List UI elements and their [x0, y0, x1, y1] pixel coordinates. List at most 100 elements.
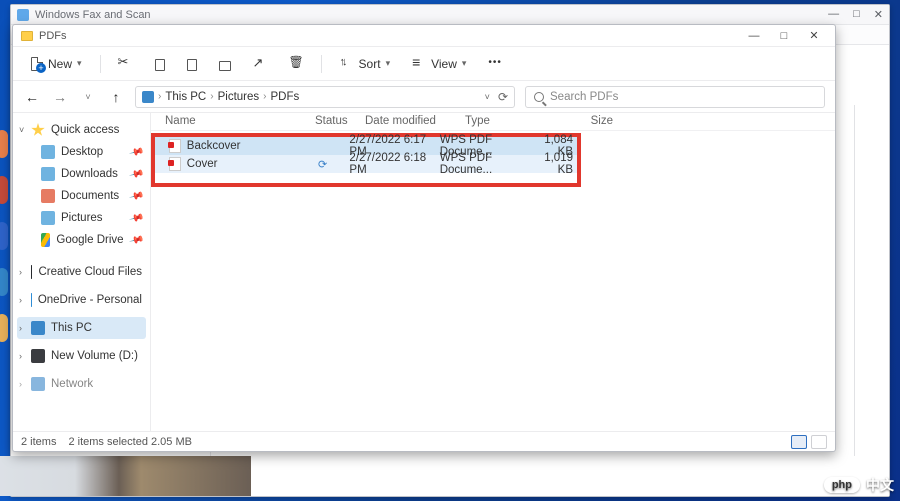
column-headers[interactable]: Name Status Date modified Type Size: [151, 113, 835, 131]
bg-title: Windows Fax and Scan: [35, 9, 151, 21]
col-type[interactable]: Type: [461, 113, 561, 130]
sidebar-item-newvolume[interactable]: › New Volume (D:): [17, 345, 146, 367]
details-view-button[interactable]: [791, 435, 807, 449]
rename-button[interactable]: [211, 55, 239, 73]
sidebar-item-desktop[interactable]: Desktop 📌: [17, 141, 146, 163]
sidebar-item-thispc[interactable]: › This PC: [17, 317, 146, 339]
bg-close-button[interactable]: ✕: [874, 8, 883, 21]
status-item-count: 2 items: [21, 436, 56, 448]
file-size: 1,019 KB: [526, 150, 577, 178]
refresh-button[interactable]: ⟳: [498, 90, 508, 104]
minimize-button[interactable]: —: [739, 27, 769, 45]
file-explorer-window: PDFs — □ ✕ + New ▾ Sort ▾ View ▾ ←: [12, 24, 836, 452]
desktop-icon: [41, 145, 55, 159]
chevron-right-icon: ›: [19, 295, 22, 305]
titlebar: PDFs — □ ✕: [13, 25, 835, 47]
file-name: Backcover: [187, 140, 241, 152]
col-status[interactable]: Status: [311, 113, 361, 130]
maximize-button[interactable]: □: [769, 27, 799, 45]
delete-button[interactable]: [281, 53, 311, 75]
breadcrumb-pictures[interactable]: Pictures: [218, 91, 260, 103]
chevron-down-icon[interactable]: ˅: [485, 92, 490, 102]
breadcrumb-this-pc[interactable]: This PC: [165, 91, 206, 103]
creativecloud-icon: [31, 265, 32, 279]
chevron-down-icon: ˅: [19, 125, 24, 135]
chevron-down-icon: ▾: [77, 58, 82, 69]
file-name: Cover: [187, 158, 218, 170]
watermark-badge: php: [824, 477, 860, 493]
copy-icon: [155, 59, 165, 71]
sidebar-item-label: Desktop: [61, 146, 103, 158]
chevron-right-icon: ›: [19, 323, 22, 333]
sidebar-item-label: OneDrive - Personal: [38, 294, 142, 306]
breadcrumb-pdfs[interactable]: PDFs: [270, 91, 299, 103]
pin-icon: 📌: [128, 144, 144, 160]
sidebar-item-pictures[interactable]: Pictures 📌: [17, 207, 146, 229]
navigation-pane: ˅ Quick access Desktop 📌 Downloads 📌 Doc…: [13, 113, 151, 431]
status-bar: 2 items 2 items selected 2.05 MB: [13, 431, 835, 451]
new-label: New: [48, 57, 72, 71]
sidebar-item-label: New Volume (D:): [51, 350, 138, 362]
star-icon: [31, 123, 45, 137]
sidebar-item-googledrive[interactable]: Google Drive 📌: [17, 229, 146, 251]
trash-icon: [289, 57, 303, 71]
view-button[interactable]: View ▾: [404, 53, 474, 75]
googledrive-icon: [41, 233, 50, 247]
chevron-down-icon: ▾: [386, 58, 391, 69]
bg-preview-pane: [854, 105, 889, 456]
search-input[interactable]: Search PDFs: [525, 86, 825, 108]
cut-button[interactable]: [111, 53, 141, 75]
bg-minimize-button[interactable]: —: [828, 8, 839, 21]
back-button[interactable]: ←: [23, 89, 41, 105]
sidebar-item-ccfiles[interactable]: › Creative Cloud Files: [17, 261, 146, 283]
sidebar-item-network[interactable]: › Network: [17, 373, 146, 395]
folder-icon: [21, 31, 33, 41]
copy-button[interactable]: [147, 54, 173, 74]
pin-icon: 📌: [128, 188, 144, 204]
share-icon: [253, 57, 267, 71]
drive-icon: [31, 349, 45, 363]
chevron-right-icon: ›: [210, 91, 213, 102]
sidebar-quick-access[interactable]: ˅ Quick access: [17, 119, 146, 141]
network-icon: [31, 377, 45, 391]
sidebar-item-label: Pictures: [61, 212, 103, 224]
chevron-right-icon: ›: [19, 351, 22, 361]
pin-icon: 📌: [128, 210, 144, 226]
bg-preview-thumbnail: [0, 456, 251, 496]
new-button[interactable]: + New ▾: [23, 53, 90, 75]
sidebar-label: Quick access: [51, 124, 119, 136]
up-button[interactable]: ↑: [107, 89, 125, 105]
sidebar-item-label: Downloads: [61, 168, 118, 180]
sidebar-item-documents[interactable]: Documents 📌: [17, 185, 146, 207]
chevron-down-icon: ▾: [462, 58, 467, 69]
more-button[interactable]: [480, 53, 510, 75]
sort-label: Sort: [359, 57, 381, 71]
sidebar-item-label: This PC: [51, 322, 92, 334]
paste-icon: [187, 59, 197, 71]
status-sync-icon: ⟳: [300, 156, 346, 173]
file-type: WPS PDF Docume...: [436, 150, 526, 178]
sort-button[interactable]: Sort ▾: [332, 53, 399, 75]
share-button[interactable]: [245, 53, 275, 75]
sidebar-item-onedrive[interactable]: › OneDrive - Personal: [17, 289, 146, 311]
forward-button[interactable]: →: [51, 89, 69, 105]
close-button[interactable]: ✕: [799, 27, 829, 45]
col-size[interactable]: Size: [561, 113, 617, 130]
col-date[interactable]: Date modified: [361, 113, 461, 130]
pdf-icon: [169, 139, 181, 153]
new-icon: +: [31, 57, 43, 71]
col-name[interactable]: Name: [161, 113, 311, 130]
bg-maximize-button[interactable]: □: [853, 8, 860, 21]
view-icon: [412, 57, 426, 71]
file-list-area: Name Status Date modified Type Size Back…: [151, 113, 835, 431]
chevron-right-icon: ›: [19, 379, 22, 389]
address-bar[interactable]: › This PC › Pictures › PDFs ˅ ⟳: [135, 86, 515, 108]
pin-icon: 📌: [128, 232, 144, 248]
file-date: 2/27/2022 6:18 PM: [345, 150, 435, 178]
thumbnails-view-button[interactable]: [811, 435, 827, 449]
recent-locations-button[interactable]: ˅: [79, 92, 97, 102]
sidebar-item-downloads[interactable]: Downloads 📌: [17, 163, 146, 185]
pc-icon: [31, 321, 45, 335]
table-row[interactable]: Cover ⟳ 2/27/2022 6:18 PM WPS PDF Docume…: [155, 155, 577, 173]
paste-button[interactable]: [179, 54, 205, 74]
